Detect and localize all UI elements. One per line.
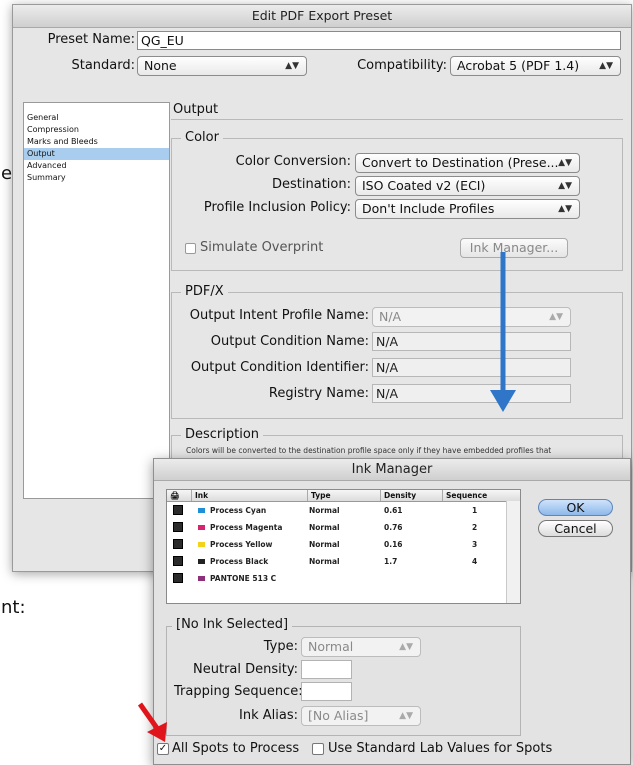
ink-name: Process Yellow <box>210 540 273 549</box>
ink-alias-select-value: [No Alias] <box>308 708 369 723</box>
cancel-button[interactable]: Cancel <box>538 520 613 537</box>
ink-list-scrollbar[interactable] <box>506 501 520 603</box>
ink-sequence: 1 <box>472 506 478 515</box>
column-sequence[interactable]: Sequence <box>442 490 487 501</box>
neutral-density-label: Neutral Density: <box>193 662 298 677</box>
pointer-arrow-shaft <box>137 702 162 733</box>
print-toggle-icon[interactable] <box>173 522 183 532</box>
ink-swatch <box>198 542 205 547</box>
stepper-arrows-icon: ▲▼ <box>399 642 413 652</box>
ink-name: Process Cyan <box>210 506 267 515</box>
ink-type: Normal <box>309 523 340 532</box>
ink-swatch <box>198 525 205 530</box>
ink-sequence: 4 <box>472 557 478 566</box>
ink-alias-label: Ink Alias: <box>239 708 298 723</box>
ink-density: 0.61 <box>384 506 403 515</box>
stepper-arrows-icon: ▲▼ <box>399 711 413 721</box>
ink-swatch <box>198 576 205 581</box>
print-column-icon: 🖨 <box>170 491 180 500</box>
ink-swatch <box>198 508 205 513</box>
ink-type: Normal <box>309 506 340 515</box>
trapping-sequence-label: Trapping Sequence: <box>174 684 303 699</box>
print-toggle-icon[interactable] <box>173 539 183 549</box>
ink-settings-legend: [No Ink Selected] <box>172 617 293 632</box>
annotation-arrow-head <box>490 390 516 412</box>
ink-alias-select[interactable]: [No Alias] ▲▼ <box>301 706 421 726</box>
ink-type-select-value: Normal <box>308 639 354 654</box>
ink-row[interactable]: PANTONE 513 C <box>167 570 520 587</box>
ink-manager-dialog: Ink Manager 🖨 Ink Type Density Sequence … <box>153 458 631 765</box>
neutral-density-field[interactable] <box>301 660 352 679</box>
ink-list-header: 🖨 Ink Type Density Sequence <box>167 490 520 502</box>
use-standard-lab-values-checkbox[interactable] <box>312 743 324 755</box>
ink-name: PANTONE 513 C <box>210 574 277 583</box>
ink-row[interactable]: Process Magenta Normal 0.76 2 <box>167 519 520 536</box>
ink-manager-title: Ink Manager <box>154 459 630 481</box>
ink-row[interactable]: Process Cyan Normal 0.61 1 <box>167 502 520 519</box>
ink-row[interactable]: Process Yellow Normal 0.16 3 <box>167 536 520 553</box>
type-label: Type: <box>263 639 298 654</box>
red-pointer-arrow-icon <box>137 702 167 742</box>
ink-density: 0.76 <box>384 523 403 532</box>
column-type[interactable]: Type <box>307 490 331 501</box>
ink-density: 0.16 <box>384 540 403 549</box>
ink-type: Normal <box>309 557 340 566</box>
all-spots-to-process-label: All Spots to Process <box>172 741 300 756</box>
print-toggle-icon[interactable] <box>173 556 183 566</box>
ink-sequence: 2 <box>472 523 478 532</box>
ok-button[interactable]: OK <box>538 499 613 516</box>
ink-row[interactable]: Process Black Normal 1.7 4 <box>167 553 520 570</box>
print-toggle-icon[interactable] <box>173 505 183 515</box>
use-standard-lab-values-label: Use Standard Lab Values for Spots <box>328 741 553 756</box>
trapping-sequence-field[interactable] <box>301 682 352 701</box>
ink-sequence: 3 <box>472 540 478 549</box>
column-density[interactable]: Density <box>380 490 416 501</box>
print-toggle-icon[interactable] <box>173 573 183 583</box>
ink-type: Normal <box>309 540 340 549</box>
ink-type-select[interactable]: Normal ▲▼ <box>301 637 421 657</box>
ink-swatch <box>198 559 205 564</box>
ink-name: Process Black <box>210 557 269 566</box>
ink-name: Process Magenta <box>210 523 283 532</box>
ink-list: 🖨 Ink Type Density Sequence Process Cyan… <box>166 489 521 604</box>
column-ink[interactable]: Ink <box>191 490 208 501</box>
ink-density: 1.7 <box>384 557 398 566</box>
